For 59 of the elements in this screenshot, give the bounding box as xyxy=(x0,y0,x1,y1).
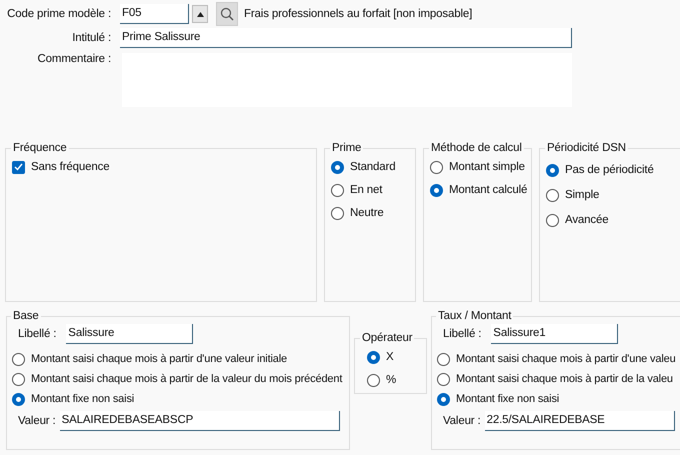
code-description: Frais professionnels au forfait [non imposable] xyxy=(244,8,472,20)
option-label[interactable]: Avancée xyxy=(565,214,608,226)
radio-button[interactable] xyxy=(546,188,559,202)
value-field[interactable]: SALAIREDEBASEABSCP xyxy=(60,411,340,431)
option-label[interactable]: Montant saisi chaque mois à partir d'une valeu xyxy=(456,353,676,365)
radio-button[interactable] xyxy=(546,214,559,226)
group-title: Taux / Montant xyxy=(437,310,512,322)
radio-button[interactable] xyxy=(437,392,450,406)
up-button[interactable] xyxy=(192,5,208,23)
up-arrow-icon xyxy=(196,12,204,16)
field-label: Libellé : xyxy=(18,328,56,340)
field-label: Intitulé : xyxy=(71,32,111,44)
radio-button[interactable] xyxy=(367,350,380,364)
group-title: Méthode de calcul xyxy=(430,142,523,154)
radio-button[interactable] xyxy=(367,374,380,386)
group-title: Prime xyxy=(331,142,362,154)
radio-button[interactable] xyxy=(12,392,25,406)
option-label[interactable]: Montant fixe non saisi xyxy=(31,393,134,405)
option-label[interactable]: Pas de périodicité xyxy=(565,164,654,176)
option-label[interactable]: Montant saisi chaque mois à partir de la valeu xyxy=(456,373,673,385)
radio-button[interactable] xyxy=(430,184,443,196)
radio-button[interactable] xyxy=(12,372,25,386)
radio-button[interactable] xyxy=(430,160,443,174)
option-label[interactable]: Simple xyxy=(565,189,600,201)
radio-button[interactable] xyxy=(437,372,450,386)
radio-button[interactable] xyxy=(546,164,559,176)
radio-button[interactable] xyxy=(331,184,344,196)
radio-button[interactable] xyxy=(437,352,450,366)
option-label[interactable]: Sans fréquence xyxy=(31,161,110,173)
option-label[interactable]: Montant calculé xyxy=(449,184,528,196)
radio-button[interactable] xyxy=(331,206,344,220)
label-field[interactable]: Salissure xyxy=(66,324,194,344)
group-title: Base xyxy=(12,310,40,322)
option-label[interactable]: Neutre xyxy=(350,207,384,219)
search-icon xyxy=(220,7,234,21)
field-label: Valeur : xyxy=(443,415,481,427)
option-label[interactable]: En net xyxy=(350,184,382,196)
search-button[interactable] xyxy=(216,2,238,26)
value-field[interactable]: 22.5/SALAIREDEBASE xyxy=(484,411,675,431)
option-label[interactable]: Montant saisi chaque mois à partir d'une valeur initiale xyxy=(31,353,288,365)
code-field[interactable]: F05 xyxy=(120,4,189,24)
option-label[interactable]: % xyxy=(386,374,396,386)
group-title: Périodicité DSN xyxy=(546,142,627,154)
group-title: Opérateur xyxy=(361,332,414,344)
group-title: Fréquence xyxy=(12,142,68,154)
label-field[interactable]: Salissure1 xyxy=(491,324,618,344)
radio-button[interactable] xyxy=(331,160,344,174)
field-label: Commentaire : xyxy=(36,53,111,65)
option-label[interactable]: Montant simple xyxy=(449,161,525,173)
option-label[interactable]: Standard xyxy=(350,161,396,173)
option-label[interactable]: Montant fixe non saisi xyxy=(456,393,560,405)
field-label: Code prime modèle : xyxy=(6,8,111,20)
checkbox[interactable] xyxy=(12,160,25,174)
option-label[interactable]: X xyxy=(386,351,394,363)
option-label[interactable]: Montant saisi chaque mois à partir de la valeur du mois précédent xyxy=(31,373,342,385)
field-label: Valeur : xyxy=(18,415,56,427)
title-field[interactable]: Prime Salissure xyxy=(120,28,572,48)
radio-button[interactable] xyxy=(12,352,25,366)
field-label: Libellé : xyxy=(443,328,482,340)
